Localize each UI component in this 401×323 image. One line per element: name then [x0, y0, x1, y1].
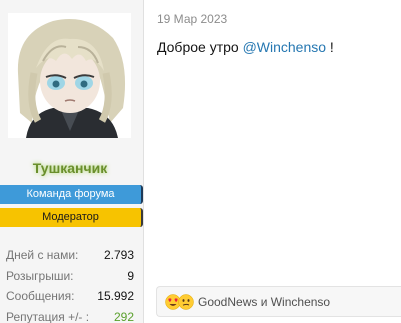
message-text: Доброе утро	[157, 39, 243, 55]
reaction-icons	[165, 293, 194, 310]
stat-row-giveaways: Розыгрыши: 9	[6, 266, 134, 287]
stat-value: 15.992	[97, 289, 134, 303]
avatar[interactable]	[8, 13, 131, 138]
reactions-bar[interactable]: GoodNews и Winchenso	[156, 286, 401, 317]
forum-post: Тушканчик Команда форума Модератор Дней …	[0, 0, 401, 323]
stat-label: Репутация +/- :	[6, 309, 90, 323]
user-mention-link[interactable]: @Winchenso	[243, 39, 326, 55]
stat-label: Розыгрыши:	[6, 268, 74, 283]
confused-emoji-icon	[178, 293, 194, 310]
stat-label: Дней с нами:	[6, 248, 79, 262]
team-banner: Команда форума	[0, 185, 143, 204]
stat-row-reputation: Репутация +/- : 292	[6, 307, 134, 323]
avatar-image	[8, 13, 131, 138]
stat-row-days: Дней с нами: 2.793	[6, 245, 134, 266]
stat-row-messages: Сообщения: 15.992	[6, 286, 134, 307]
stat-value: 2.793	[103, 248, 134, 262]
post-message: Доброе утро @Winchenso !	[157, 39, 334, 55]
username[interactable]: Тушканчик	[0, 160, 140, 176]
user-sidebar: Тушканчик Команда форума Модератор Дней …	[0, 0, 144, 323]
post-date[interactable]: 19 Мар 2023	[157, 12, 227, 26]
stat-label: Сообщения:	[6, 289, 75, 303]
moderator-banner: Модератор	[0, 208, 143, 227]
reactions-text[interactable]: GoodNews и Winchenso	[198, 295, 330, 309]
stat-value: 292	[113, 309, 134, 323]
user-stats: Дней с нами: 2.793 Розыгрыши: 9 Сообщени…	[6, 245, 134, 323]
message-text-end: !	[326, 39, 334, 55]
stat-value: 9	[127, 268, 134, 283]
